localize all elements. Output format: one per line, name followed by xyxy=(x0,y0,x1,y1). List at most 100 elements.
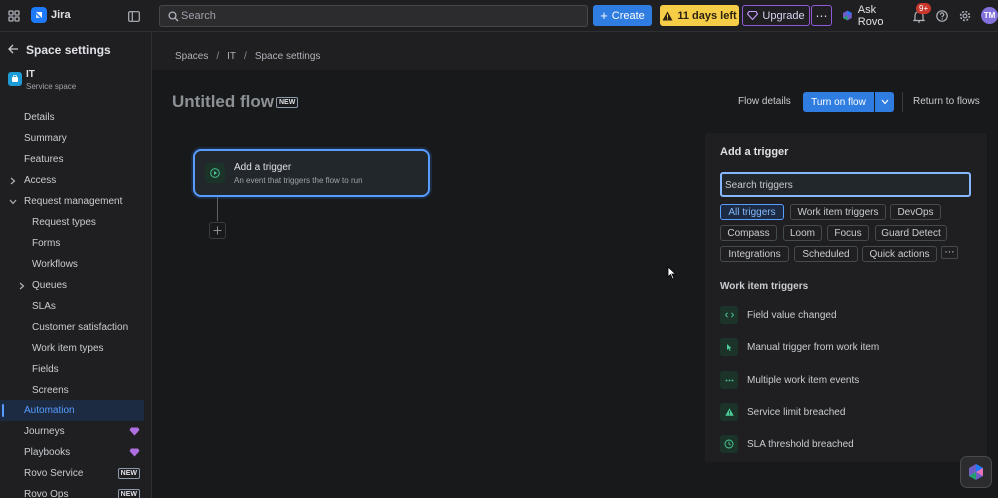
flow-details-button[interactable]: Flow details xyxy=(738,96,791,107)
add-trigger-card[interactable]: Add a trigger An event that triggers the… xyxy=(193,149,430,197)
rovo-chat-button[interactable] xyxy=(960,456,992,488)
chip-focus[interactable]: Focus xyxy=(827,225,869,241)
help-icon[interactable] xyxy=(934,8,950,24)
chip-quick-actions[interactable]: Quick actions xyxy=(862,246,937,262)
sidebar-item-features[interactable]: Features xyxy=(0,149,144,170)
chip-scheduled[interactable]: Scheduled xyxy=(794,246,858,262)
clock-icon xyxy=(720,435,738,453)
gem-icon xyxy=(747,11,759,20)
upgrade-button[interactable]: Upgrade xyxy=(742,5,810,26)
breadcrumb-separator: / xyxy=(216,51,220,62)
more-chips-button[interactable]: ⋯ xyxy=(941,246,958,259)
sidebar-item-label: Screens xyxy=(32,385,69,396)
sidebar-item-rovo-ops[interactable]: Rovo Ops NEW xyxy=(0,484,144,498)
breadcrumb: Spaces / IT / Space settings xyxy=(175,51,320,62)
chip-compass[interactable]: Compass xyxy=(720,225,777,241)
sidebar-item-label: Work item types xyxy=(32,343,104,354)
app-name[interactable]: Jira xyxy=(51,9,71,21)
breadcrumb-space[interactable]: IT xyxy=(227,51,236,62)
play-icon xyxy=(205,163,225,183)
trigger-card-title: Add a trigger xyxy=(234,162,292,173)
sidebar-toggle-icon[interactable] xyxy=(126,8,142,24)
return-to-flows-button[interactable]: Return to flows xyxy=(913,96,980,107)
rovo-icon xyxy=(842,10,852,21)
sidebar-item-request-management[interactable]: Request management xyxy=(0,191,144,212)
sidebar-item-label: Queues xyxy=(32,280,68,291)
trigger-sla-threshold-breached[interactable]: SLA threshold breached xyxy=(720,434,970,454)
trial-label: 11 days left xyxy=(677,9,737,22)
trigger-field-value-changed[interactable]: Field value changed xyxy=(720,305,970,325)
sidebar-item-screens[interactable]: Screens xyxy=(0,380,144,401)
flow-canvas[interactable]: Untitled flow NEW Flow details Turn on f… xyxy=(152,70,998,498)
sidebar-item-customer-satisfaction[interactable]: Customer satisfaction xyxy=(0,317,144,338)
notification-count-badge: 9+ xyxy=(916,3,932,14)
sidebar-item-label: Access xyxy=(24,175,57,186)
trigger-service-limit-breached[interactable]: Service limit breached xyxy=(720,402,970,422)
create-label: Create xyxy=(611,9,645,22)
sidebar-item-fields[interactable]: Fields xyxy=(0,359,144,380)
trigger-search-field[interactable] xyxy=(720,172,971,197)
chevron-right-icon[interactable] xyxy=(17,281,27,291)
add-step-button[interactable] xyxy=(209,222,226,239)
breadcrumb-space-settings[interactable]: Space settings xyxy=(255,51,321,62)
trigger-label: Manual trigger from work item xyxy=(747,341,880,353)
flow-title[interactable]: Untitled flow xyxy=(172,92,274,112)
chip-guard-detect[interactable]: Guard Detect xyxy=(875,225,947,241)
chip-all-triggers[interactable]: All triggers xyxy=(720,204,784,220)
app-switcher-icon[interactable] xyxy=(6,8,22,24)
trigger-multiple-work-item-events[interactable]: Multiple work item events xyxy=(720,370,970,390)
ask-rovo-button[interactable]: Ask Rovo xyxy=(838,4,904,28)
sidebar-item-rovo-service[interactable]: Rovo Service NEW xyxy=(0,463,144,484)
chip-loom[interactable]: Loom xyxy=(783,225,822,241)
trigger-label: SLA threshold breached xyxy=(747,438,854,450)
sidebar-item-details[interactable]: Details xyxy=(0,107,144,128)
chip-integrations[interactable]: Integrations xyxy=(720,246,789,262)
sidebar-item-playbooks[interactable]: Playbooks xyxy=(0,442,144,463)
space-type: Service space xyxy=(26,82,77,91)
sidebar-item-queues[interactable]: Queues xyxy=(0,275,144,296)
sidebar-item-access[interactable]: Access xyxy=(0,170,144,191)
search-icon xyxy=(166,9,180,23)
code-icon xyxy=(720,306,738,324)
sidebar-item-label: Playbooks xyxy=(24,447,71,458)
gem-icon xyxy=(129,447,140,458)
sidebar-item-request-types[interactable]: Request types xyxy=(0,212,144,233)
trigger-manual-trigger-from-work-item[interactable]: Manual trigger from work item xyxy=(720,337,970,357)
sidebar-item-work-item-types[interactable]: Work item types xyxy=(0,338,144,359)
sidebar-item-summary[interactable]: Summary xyxy=(0,128,144,149)
chip-work-item-triggers[interactable]: Work item triggers xyxy=(790,204,886,220)
section-title: Work item triggers xyxy=(720,281,809,292)
breadcrumb-spaces[interactable]: Spaces xyxy=(175,51,208,62)
chevron-down-icon xyxy=(881,99,888,105)
main-content: Spaces / IT / Space settings Untitled fl… xyxy=(152,32,998,498)
space-avatar-icon xyxy=(8,72,22,86)
sidebar-item-journeys[interactable]: Journeys xyxy=(0,421,144,442)
sidebar-item-forms[interactable]: Forms xyxy=(0,233,144,254)
settings-gear-icon[interactable] xyxy=(957,8,973,24)
dots-icon xyxy=(720,371,738,389)
more-options-button[interactable]: ⋯ xyxy=(811,5,832,26)
user-avatar[interactable]: TM xyxy=(981,7,998,24)
search-input[interactable] xyxy=(181,8,581,24)
chevron-down-icon[interactable] xyxy=(8,197,18,207)
flow-connector xyxy=(217,197,218,221)
turn-on-dropdown-button[interactable] xyxy=(875,92,894,112)
create-button[interactable]: + Create xyxy=(593,5,652,26)
back-arrow-icon[interactable] xyxy=(6,42,20,56)
trigger-search-input[interactable] xyxy=(725,177,965,193)
sidebar: Space settings IT Service space Details … xyxy=(0,32,152,498)
jira-logo-icon[interactable] xyxy=(31,7,47,23)
chip-devops[interactable]: DevOps xyxy=(890,204,941,220)
plus-icon xyxy=(213,226,222,235)
sidebar-item-automation[interactable]: Automation xyxy=(0,400,144,421)
trial-button[interactable]: 11 days left xyxy=(660,5,739,26)
chevron-right-icon[interactable] xyxy=(8,176,18,186)
sidebar-item-workflows[interactable]: Workflows xyxy=(0,254,144,275)
global-search[interactable] xyxy=(159,5,588,27)
turn-on-flow-button[interactable]: Turn on flow xyxy=(803,92,874,112)
sidebar-item-slas[interactable]: SLAs xyxy=(0,296,144,317)
top-navigation: Jira + Create 11 days left Upgrade ⋯ Ask… xyxy=(0,0,998,32)
sidebar-title: Space settings xyxy=(26,43,111,57)
space-name[interactable]: IT xyxy=(26,69,35,80)
new-badge: NEW xyxy=(117,468,140,479)
